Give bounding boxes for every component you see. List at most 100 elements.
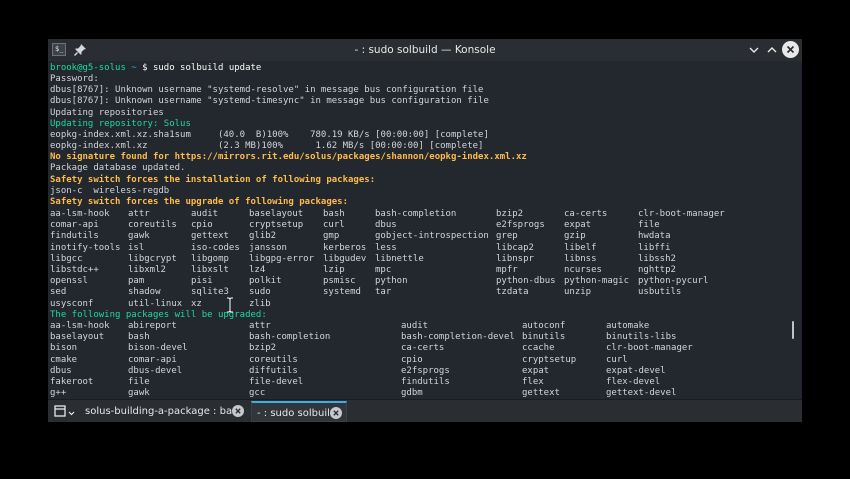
tab-close-icon bbox=[235, 408, 241, 414]
package-name: libgpg-error bbox=[249, 253, 315, 264]
output-line: dbus[8767]: Unknown username "systemd-ti… bbox=[50, 96, 489, 106]
package-name: cmake bbox=[50, 354, 78, 365]
package-name: binutils-libs bbox=[606, 332, 677, 343]
tab-close-button[interactable] bbox=[232, 405, 244, 417]
package-name: glib2 bbox=[249, 231, 277, 242]
package-name: autoconf bbox=[522, 321, 566, 331]
package-name: libgcc bbox=[50, 253, 83, 264]
package-name: openssl bbox=[50, 276, 88, 287]
package-name: cpio bbox=[191, 220, 213, 231]
package-name: unzip bbox=[564, 287, 592, 298]
prompt-user: brook@g5-solus bbox=[50, 63, 126, 73]
package-name: dbus bbox=[375, 220, 397, 231]
package-name: comar-api bbox=[128, 354, 177, 365]
chevron-down-icon bbox=[68, 411, 75, 416]
close-icon bbox=[786, 45, 795, 54]
minimize-button[interactable] bbox=[746, 42, 762, 58]
package-name: gzip bbox=[564, 231, 586, 242]
new-tab-button[interactable] bbox=[50, 402, 80, 421]
package-name: gawk bbox=[128, 388, 150, 399]
package-name: gobject-introspection bbox=[375, 231, 489, 242]
package-name: iso-codes bbox=[191, 242, 240, 253]
package-name: e2fsprogs bbox=[496, 220, 545, 231]
package-name: file bbox=[128, 377, 150, 387]
package-name: diffutils bbox=[249, 365, 298, 376]
package-name: usbutils bbox=[638, 287, 682, 298]
package-name: gettext bbox=[522, 388, 560, 399]
package-name: bash-completion bbox=[375, 209, 457, 219]
package-name: sudo bbox=[249, 287, 271, 298]
package-name: e2fsprogs bbox=[401, 365, 450, 376]
package-name: ca-certs bbox=[564, 209, 608, 219]
package-name: cpio bbox=[401, 354, 423, 365]
minimize-icon bbox=[749, 47, 759, 53]
package-name: mpc bbox=[375, 265, 392, 275]
package-name: pisi bbox=[191, 276, 213, 287]
package-name: bash-completion bbox=[249, 332, 331, 343]
package-name: lz4 bbox=[249, 265, 266, 275]
package-name: g++ bbox=[50, 388, 67, 399]
scrollbar[interactable] bbox=[792, 321, 794, 339]
new-tab-icon bbox=[54, 405, 75, 417]
package-name: xz bbox=[191, 298, 202, 309]
title-bar[interactable]: $_ - : sudo solbuild — Konsole bbox=[48, 39, 802, 61]
package-name: inotify-tools bbox=[50, 242, 121, 253]
package-name: audit bbox=[401, 321, 429, 331]
ibeam-cursor-icon bbox=[227, 297, 233, 313]
package-name: flex bbox=[522, 377, 544, 387]
package-name: python-pycurl bbox=[638, 276, 709, 287]
package-name: lzip bbox=[323, 265, 345, 275]
package-name: polkit bbox=[249, 276, 282, 287]
package-name: isl bbox=[128, 242, 145, 253]
maximize-icon bbox=[767, 47, 777, 53]
prompt-path: ~ bbox=[131, 63, 137, 73]
konsole-window: $_ - : sudo solbuild — Konsole brook@g5-… bbox=[48, 39, 802, 422]
package-name: flex-devel bbox=[606, 377, 661, 387]
package-name: dbus-devel bbox=[128, 365, 183, 376]
package-name: coreutils bbox=[128, 220, 177, 231]
package-name: expat-devel bbox=[606, 365, 666, 376]
tab-solus-building-a-package[interactable]: solus-building-a-package : bash bbox=[80, 401, 249, 422]
tab-close-button[interactable] bbox=[330, 407, 342, 419]
package-name: bash bbox=[128, 332, 150, 343]
tab-bar: solus-building-a-package : bash - : sudo… bbox=[48, 399, 802, 422]
package-name: findutils bbox=[401, 377, 450, 387]
package-name: usysconf bbox=[50, 298, 94, 309]
package-name: findutils bbox=[50, 231, 99, 242]
package-name: libgudev bbox=[323, 253, 367, 264]
package-name: dbus bbox=[50, 365, 72, 376]
package-name: zlib bbox=[249, 298, 271, 309]
prompt-symbol: $ bbox=[142, 63, 148, 73]
package-name: gcc bbox=[249, 388, 266, 399]
package-name: comar-api bbox=[50, 220, 99, 231]
tab-close-icon bbox=[333, 410, 339, 416]
package-name: cryptsetup bbox=[522, 354, 577, 365]
package-name: clr-boot-manager bbox=[638, 209, 725, 219]
tab-sudo-solbuild[interactable]: - : sudo solbuild bbox=[251, 401, 347, 422]
package-name: baselayout bbox=[50, 332, 105, 343]
package-name: expat bbox=[522, 365, 550, 376]
package-name: libxslt bbox=[191, 265, 229, 275]
tab-label: - : sudo solbuild bbox=[257, 408, 337, 419]
package-name: sed bbox=[50, 287, 67, 298]
tab-label: solus-building-a-package : bash bbox=[85, 406, 244, 417]
maximize-button[interactable] bbox=[764, 42, 780, 58]
package-name: attr bbox=[249, 321, 271, 331]
package-name: cryptsetup bbox=[249, 220, 304, 231]
close-button[interactable] bbox=[782, 41, 799, 58]
package-name: psmisc bbox=[323, 276, 356, 287]
package-name: libnettle bbox=[375, 253, 424, 264]
package-name: aa-lsm-hook bbox=[50, 321, 110, 331]
package-name: expat bbox=[564, 220, 592, 231]
package-name: attr bbox=[128, 209, 150, 219]
terminal-output[interactable]: brook@g5-solus ~ $ sudo solbuild update … bbox=[48, 61, 802, 399]
package-name: libffi bbox=[638, 242, 671, 253]
package-name: less bbox=[375, 242, 397, 253]
package-name: gettext bbox=[191, 231, 229, 242]
package-name: abireport bbox=[128, 321, 177, 331]
package-name: systemd bbox=[323, 287, 361, 298]
package-name: bison-devel bbox=[128, 343, 188, 354]
package-name: libelf bbox=[564, 242, 597, 253]
package-name: libssh2 bbox=[638, 253, 676, 264]
package-name: hwdata bbox=[638, 231, 671, 242]
